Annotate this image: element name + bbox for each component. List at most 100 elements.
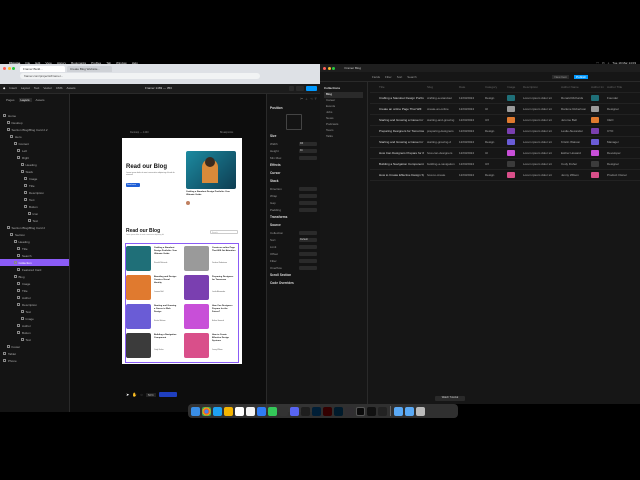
blog-card[interactable]: How to Create Effective Design Systems Je…: [184, 333, 236, 361]
layer-item[interactable]: Desktop: [0, 119, 69, 126]
layer-item[interactable]: Title: [0, 182, 69, 189]
col-author-image[interactable]: Author Image: [588, 85, 604, 89]
illustrator-icon[interactable]: [323, 406, 332, 416]
layer-item[interactable]: Hero: [0, 133, 69, 140]
chrome-icon[interactable]: [202, 406, 211, 416]
notion-icon[interactable]: [235, 406, 244, 416]
browser-tab-framer[interactable]: Framer Build...: [20, 66, 65, 72]
calendar-icon[interactable]: [246, 406, 255, 416]
publish-button[interactable]: [306, 86, 317, 91]
code-overrides-title[interactable]: Code Overrides: [267, 279, 320, 287]
align-top-icon[interactable]: ⊤: [314, 97, 317, 101]
align-left-icon[interactable]: ⊢: [301, 97, 304, 101]
collection-input[interactable]: [299, 230, 317, 235]
comment-icon[interactable]: ◌: [140, 392, 142, 397]
layer-item[interactable]: Button: [0, 203, 69, 210]
align-center-icon[interactable]: ⊥: [305, 97, 308, 101]
finder-icon[interactable]: [191, 406, 200, 416]
watch-tutorial-button[interactable]: Watch Tutorial: [435, 396, 465, 401]
cms-sort-button[interactable]: Sort: [397, 75, 403, 79]
layer-item[interactable]: Home: [0, 112, 69, 119]
documents-folder-icon[interactable]: [405, 406, 414, 416]
blog-card[interactable]: How Can Designers Prepare for the Future…: [184, 304, 236, 332]
layer-item[interactable]: Section Blog/Blog Card 2: [0, 224, 69, 231]
col-description[interactable]: Description: [520, 85, 558, 89]
layer-item[interactable]: Title: [0, 245, 69, 252]
limit-input[interactable]: [299, 244, 317, 249]
layer-item[interactable]: Button: [0, 329, 69, 336]
capcut-icon[interactable]: [367, 406, 376, 416]
framer-logo-icon[interactable]: ◆: [3, 86, 5, 90]
tab-assets-left[interactable]: Assets: [36, 98, 45, 102]
zoom-window-button[interactable]: [12, 67, 15, 70]
cms-filter-button[interactable]: Filter: [385, 75, 392, 79]
framer-icon[interactable]: [356, 406, 365, 416]
desktop-frame[interactable]: Read our Blog Lorem ipsum dolor sit amet…: [122, 138, 242, 364]
table-row[interactable]: Building a Navigation Component building-…: [370, 159, 640, 170]
table-row[interactable]: Crafting a Standout Design Portfolio craf…: [370, 93, 640, 104]
figma-icon[interactable]: [301, 406, 310, 416]
safari-icon[interactable]: [213, 406, 222, 416]
col-date[interactable]: Date: [456, 85, 482, 89]
layer-item[interactable]: Section: [0, 231, 69, 238]
photos-icon[interactable]: [224, 406, 233, 416]
layer-item[interactable]: Author: [0, 294, 69, 301]
layer-item[interactable]: Description: [0, 189, 69, 196]
layer-item[interactable]: Right: [0, 154, 69, 161]
layer-item[interactable]: Text: [0, 336, 69, 343]
mail-icon[interactable]: [257, 406, 266, 416]
tab-layout[interactable]: Layout: [21, 86, 30, 90]
table-row[interactable]: Create an online Page That Will create-an…: [370, 104, 640, 115]
offset-input[interactable]: [299, 251, 317, 256]
cms-new-item-button[interactable]: New Item: [552, 74, 570, 79]
layer-item[interactable]: Phone: [0, 357, 69, 364]
invite-button[interactable]: [296, 86, 304, 91]
layer-item[interactable]: Text: [0, 217, 69, 224]
cursor-section-title[interactable]: Cursor: [267, 169, 320, 177]
align-right-icon[interactable]: ⊣: [310, 97, 313, 101]
position-widget[interactable]: [285, 114, 302, 130]
layer-item[interactable]: Tablet: [0, 350, 69, 357]
layer-item[interactable]: Blog: [0, 273, 69, 280]
direction-input[interactable]: [299, 186, 317, 191]
layer-item[interactable]: Icon: [0, 210, 69, 217]
effects-section-title[interactable]: Effects: [267, 161, 320, 169]
layer-item[interactable]: Footer: [0, 343, 69, 350]
blue-action-button[interactable]: [158, 392, 177, 397]
music-icon[interactable]: [279, 406, 288, 416]
minimize-window-button[interactable]: [7, 67, 11, 70]
table-row[interactable]: Starting and Growing a Career in Webstar…: [370, 115, 640, 126]
col-author-title[interactable]: Author Title: [604, 85, 634, 89]
table-row[interactable]: Preparing Designers for Tomorrow preparin…: [370, 126, 640, 137]
terminal-icon[interactable]: [378, 406, 387, 416]
discord-icon[interactable]: [290, 406, 299, 416]
layer-item[interactable]: Text: [0, 196, 69, 203]
filter-input[interactable]: [299, 258, 317, 263]
wrap-input[interactable]: [299, 193, 317, 198]
featured-card[interactable]: Crafting a Standout Design Portfolio: Yo…: [184, 150, 238, 208]
height-input[interactable]: Fit: [299, 148, 317, 153]
tab-cms[interactable]: CMS: [56, 86, 63, 90]
messages-icon[interactable]: [268, 406, 277, 416]
col-title[interactable]: Title: [376, 85, 424, 89]
sort-input[interactable]: Default: [299, 237, 317, 242]
layer-item[interactable]: Image: [0, 175, 69, 182]
close-window-button[interactable]: [3, 67, 6, 70]
col-author-name[interactable]: Author Name: [558, 85, 588, 89]
layer-item[interactable]: Section Blog/Blog Card 2.2: [0, 126, 69, 133]
cms-close-button[interactable]: [323, 66, 326, 70]
blog-card[interactable]: Starting and Growing a Career in Web Des…: [126, 304, 178, 332]
project-title[interactable]: Framer 1483 — 353: [145, 86, 172, 90]
col-image[interactable]: Image: [504, 85, 520, 89]
minmax-input[interactable]: [299, 155, 317, 160]
tab-layers[interactable]: Layers: [18, 98, 32, 102]
transforms-section-title[interactable]: Transforms: [267, 213, 320, 221]
blog-card[interactable]: Building a Navigation Component Cody Fish…: [126, 333, 178, 361]
layer-item[interactable]: Featured Card: [0, 266, 69, 273]
cms-fields-button[interactable]: Fields: [372, 75, 380, 79]
scroll-section-title[interactable]: Scroll Section: [267, 271, 320, 279]
cms-zoom-button[interactable]: [332, 66, 335, 70]
obs-icon[interactable]: [345, 406, 354, 416]
table-row[interactable]: How to Create Effective Design Systemsho…: [370, 170, 640, 181]
search-input[interactable]: Search: [210, 230, 238, 234]
